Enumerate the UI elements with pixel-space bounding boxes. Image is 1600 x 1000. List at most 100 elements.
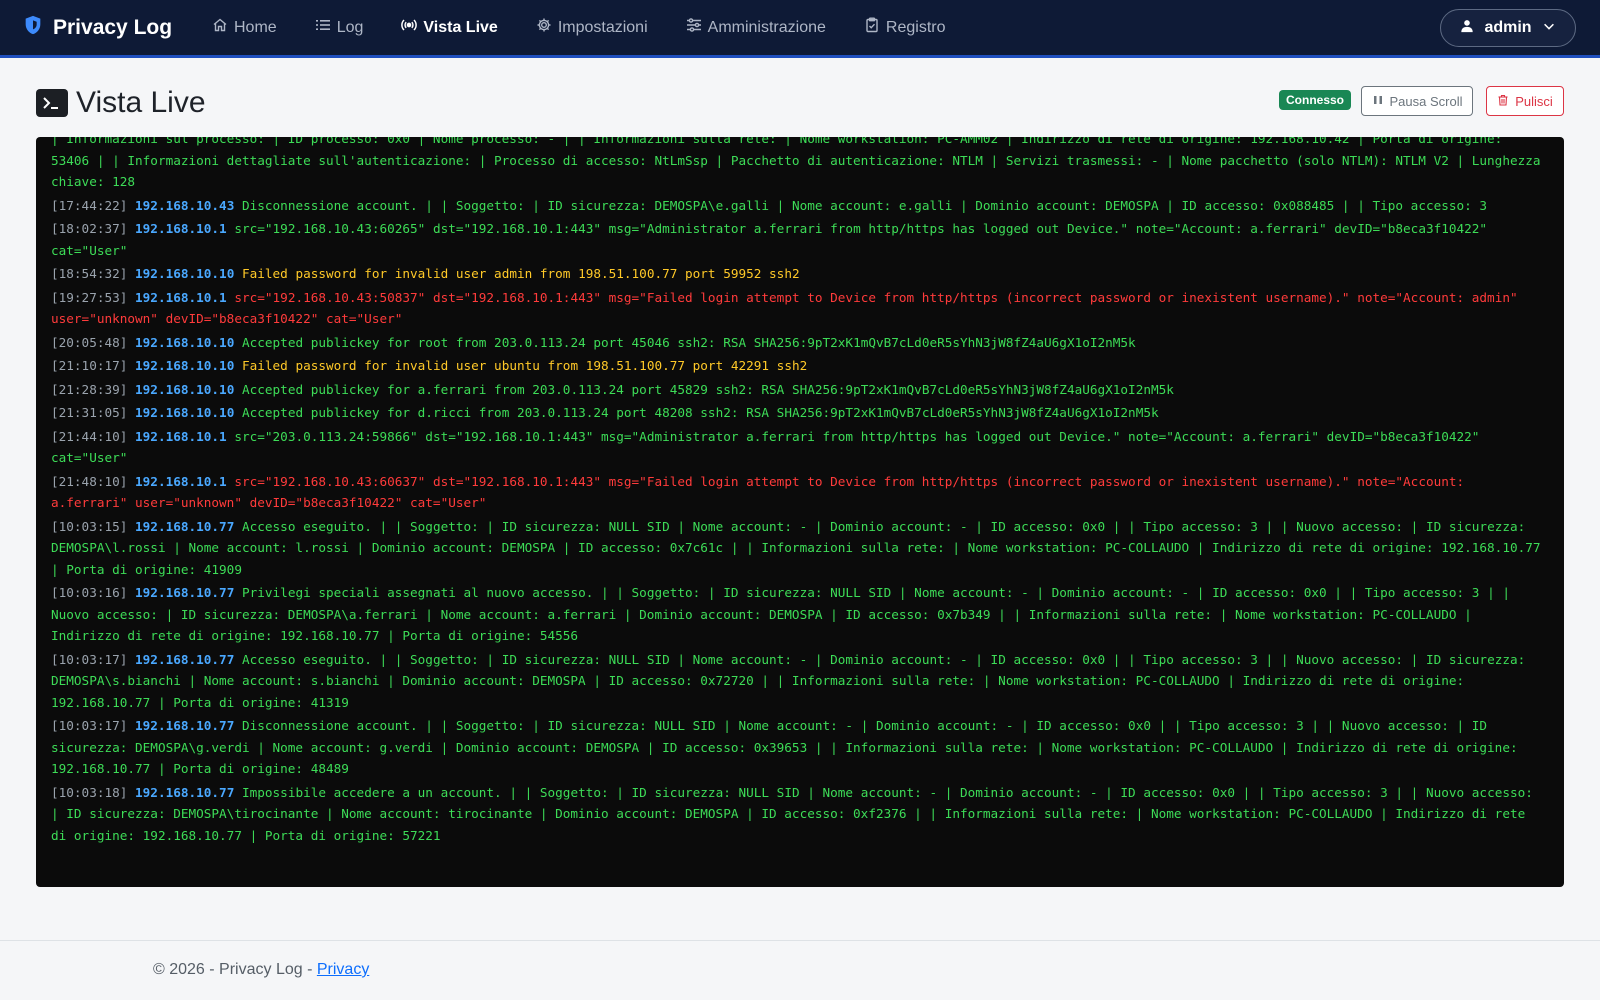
connection-status-badge: Connesso <box>1279 90 1352 110</box>
log-timestamp: [21:44:10] <box>51 428 128 444</box>
log-ip: 192.168.10.10 <box>135 266 235 281</box>
log-entry: [21:44:10] 192.168.10.1 src="203.0.113.2… <box>51 426 1548 469</box>
log-message: src="203.0.113.24:59866" dst="192.168.10… <box>51 428 1480 466</box>
broadcast-icon <box>401 17 418 38</box>
log-message: Disconnessione account. | | Soggetto: | … <box>241 197 1488 213</box>
trash-icon <box>1497 94 1509 109</box>
log-message: Failed password for invalid user admin f… <box>241 266 800 281</box>
sliders-icon <box>686 17 702 38</box>
log-entry: [10:03:16] 192.168.10.77 Privilegi speci… <box>51 582 1548 647</box>
home-icon <box>212 17 228 38</box>
copyright-text: © 2026 - Privacy Log - <box>153 961 317 978</box>
nav-item-registro[interactable]: Registro <box>864 17 946 38</box>
brand-name: Privacy Log <box>53 15 173 39</box>
nav-item-label: Vista Live <box>423 18 498 36</box>
log-ip: 192.168.10.77 <box>135 585 235 600</box>
page-title: Vista Live <box>36 86 206 120</box>
log-timestamp: [10:03:17] <box>51 718 128 733</box>
user-icon <box>1460 19 1474 38</box>
log-entry: [21:28:39] 192.168.10.10 Accepted public… <box>51 379 1548 401</box>
nav-item-amministrazione[interactable]: Amministrazione <box>686 17 826 38</box>
log-ip: 192.168.10.1 <box>135 221 227 236</box>
footer: © 2026 - Privacy Log - Privacy <box>0 940 1600 1000</box>
log-entry: [21:48:10] 192.168.10.1 src="192.168.10.… <box>51 471 1548 514</box>
shield-icon <box>22 14 44 42</box>
log-entry: [21:31:05] 192.168.10.10 Accepted public… <box>51 402 1548 424</box>
log-message: Accepted publickey for root from 203.0.1… <box>241 334 1136 350</box>
pause-icon <box>1372 94 1384 109</box>
log-message: Privilegi speciali assegnati al nuovo ac… <box>51 585 1510 643</box>
log-message: src="192.168.10.43:60265" dst="192.168.1… <box>51 221 1488 258</box>
log-timestamp: [21:31:05] <box>51 405 128 420</box>
clear-label: Pulisci <box>1515 93 1553 109</box>
log-entry: [10:03:17] 192.168.10.77 Accesso eseguit… <box>51 649 1548 714</box>
top-navbar: Privacy Log Home Log Vista Live Impostaz… <box>0 0 1600 58</box>
clear-button[interactable]: Pulisci <box>1486 86 1564 116</box>
log-message: Accepted publickey for d.ricci from 203.… <box>241 405 1159 420</box>
user-name: admin <box>1484 19 1532 36</box>
log-timestamp: [18:02:37] <box>51 221 128 236</box>
log-timestamp: [18:54:32] <box>51 266 128 281</box>
nav-item-label: Log <box>336 18 364 36</box>
nav-item-home[interactable]: Home <box>212 17 277 38</box>
nav-item-label: Amministrazione <box>707 18 826 36</box>
log-timestamp: [21:48:10] <box>51 473 128 489</box>
log-message: Accepted publickey for a.ferrari from 20… <box>241 381 1174 397</box>
main-nav: Home Log Vista Live Impostazioni Amminis… <box>212 0 983 55</box>
log-timestamp: [20:05:48] <box>51 334 128 350</box>
log-ip: 192.168.10.1 <box>135 473 227 489</box>
log-timestamp: [19:27:53] <box>51 289 128 305</box>
log-timestamp: [10:03:16] <box>51 585 128 600</box>
log-ip: 192.168.10.1 <box>135 428 227 444</box>
chevron-down-icon <box>1542 19 1556 38</box>
pause-scroll-button[interactable]: Pausa Scroll <box>1361 86 1473 116</box>
nav-item-impostazioni[interactable]: Impostazioni <box>536 17 648 38</box>
log-entry: [10:03:15] 192.168.10.77 Accesso eseguit… <box>51 516 1548 581</box>
nav-item-label: Home <box>234 18 277 36</box>
user-menu-button[interactable]: admin <box>1440 9 1576 47</box>
log-timestamp: [17:44:22] <box>51 197 128 213</box>
nav-item-log[interactable]: Log <box>315 17 364 38</box>
log-ip: 192.168.10.77 <box>135 718 235 733</box>
page-header: Vista Live Connesso Pausa Scroll Pulisci <box>36 82 1564 128</box>
log-ip: 192.168.10.77 <box>135 518 235 534</box>
live-log-console[interactable]: | Informazioni sul processo: | ID proces… <box>36 137 1564 887</box>
log-ip: 192.168.10.10 <box>135 334 235 350</box>
brand[interactable]: Privacy Log <box>22 0 172 55</box>
log-entry: [18:54:32] 192.168.10.10 Failed password… <box>51 263 1548 285</box>
log-message: src="192.168.10.43:60637" dst="192.168.1… <box>51 473 1465 511</box>
log-ip: 192.168.10.77 <box>135 784 235 800</box>
log-message: src="192.168.10.43:50837" dst="192.168.1… <box>51 289 1518 327</box>
clipboard-icon <box>864 17 880 38</box>
gear-icon <box>536 17 552 38</box>
log-entry: [10:03:17] 192.168.10.77 Disconnessione … <box>51 715 1548 780</box>
nav-item-vista-live[interactable]: Vista Live <box>401 17 498 38</box>
log-ip: 192.168.10.10 <box>135 405 235 420</box>
log-ip: 192.168.10.1 <box>135 289 227 305</box>
log-ip: 192.168.10.10 <box>135 381 235 397</box>
log-entry: [18:02:37] 192.168.10.1 src="192.168.10.… <box>51 218 1548 261</box>
log-entry: [10:03:18] 192.168.10.77 Impossibile acc… <box>51 782 1548 847</box>
log-entry: [21:10:17] 192.168.10.10 Failed password… <box>51 355 1548 377</box>
log-ip: 192.168.10.43 <box>135 197 235 213</box>
nav-item-label: Impostazioni <box>557 18 648 36</box>
log-entry: [19:27:53] 192.168.10.1 src="192.168.10.… <box>51 287 1548 330</box>
footer-text: © 2026 - Privacy Log - Privacy <box>153 961 369 979</box>
log-list: | Informazioni sul processo: | ID proces… <box>51 137 1548 846</box>
log-message: Accesso eseguito. | | Soggetto: | ID sic… <box>51 651 1526 710</box>
log-message: Impossibile accedere a un account. | | S… <box>51 784 1533 843</box>
nav-item-label: Registro <box>885 18 946 36</box>
log-entry-partial: | Informazioni sul processo: | ID proces… <box>51 137 1541 189</box>
page-title-text: Vista Live <box>76 86 206 119</box>
log-timestamp: [21:28:39] <box>51 381 128 397</box>
terminal-icon <box>36 89 68 117</box>
log-timestamp: [10:03:18] <box>51 784 128 800</box>
log-timestamp: [21:10:17] <box>51 358 128 373</box>
log-message: Disconnessione account. | | Soggetto: | … <box>51 718 1518 776</box>
log-timestamp: [10:03:15] <box>51 518 128 534</box>
log-entry: [20:05:48] 192.168.10.10 Accepted public… <box>51 332 1548 354</box>
log-message: Accesso eseguito. | | Soggetto: | ID sic… <box>51 518 1541 577</box>
log-entry: [17:44:22] 192.168.10.43 Disconnessione … <box>51 195 1548 217</box>
privacy-link[interactable]: Privacy <box>317 961 369 978</box>
log-timestamp: [10:03:17] <box>51 651 128 667</box>
